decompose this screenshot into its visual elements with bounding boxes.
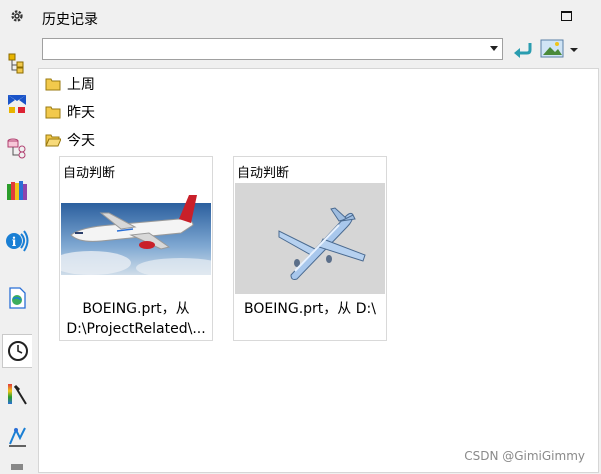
group-yesterday[interactable]: 昨天: [45, 101, 95, 123]
group-today[interactable]: 今天: [45, 129, 95, 151]
history-item-card[interactable]: 自动判断 BOEING.prt，从 D:\: [233, 156, 387, 341]
system-materials-icon[interactable]: [2, 378, 32, 410]
hd3d-tools-icon[interactable]: i: [2, 224, 32, 256]
reuse-library-icon[interactable]: [2, 174, 32, 206]
model-thumbnail[interactable]: [235, 183, 385, 294]
constraint-navigator-icon[interactable]: [2, 88, 32, 120]
card-caption: BOEING.prt，从 D:\ProjectRelated\...: [60, 299, 212, 339]
settings-gear-icon[interactable]: [2, 0, 32, 32]
history-clock-icon[interactable]: [2, 334, 32, 368]
watermark: CSDN @GimiGimmy: [464, 449, 585, 463]
part-navigator-icon[interactable]: [2, 132, 32, 164]
group-label: 今天: [67, 133, 95, 149]
chevron-down-icon[interactable]: [490, 46, 498, 51]
back-arrow-icon[interactable]: [511, 39, 533, 61]
folder-closed-icon: [45, 78, 61, 91]
card-type-label: 自动判断: [237, 166, 290, 181]
group-label: 昨天: [67, 105, 95, 121]
card-type-label: 自动判断: [63, 166, 116, 181]
group-last-week[interactable]: 上周: [45, 73, 95, 95]
history-item-card[interactable]: 自动判断 BOEING.prt，从 D:\ProjectRelated\...: [59, 156, 213, 341]
airliner-thumbnail[interactable]: [61, 183, 211, 294]
caption-line: D:\ProjectRelated\...: [66, 321, 206, 337]
history-panel: 历史记录 上周 昨天 今天 自动判断 BOEING.prt，从 D:\Proje…: [33, 0, 601, 473]
folder-open-icon: [45, 134, 61, 147]
view-mode-button[interactable]: [540, 38, 580, 60]
caption-line: BOEING.prt，从 D:\: [244, 301, 376, 317]
history-filter-combobox[interactable]: [42, 38, 503, 60]
more-tools-icon[interactable]: [2, 458, 32, 474]
process-studio-icon[interactable]: [2, 420, 32, 452]
assembly-navigator-icon[interactable]: [2, 48, 32, 80]
folder-closed-icon: [45, 106, 61, 119]
panel-title: 历史记录: [42, 12, 98, 28]
history-list: 上周 昨天 今天 自动判断 BOEING.prt，从 D:\ProjectRel…: [38, 68, 599, 473]
svg-text:i: i: [12, 235, 17, 249]
resource-bar: i: [0, 0, 34, 473]
group-label: 上周: [67, 77, 95, 93]
web-browser-icon[interactable]: [2, 282, 32, 314]
caption-line: BOEING.prt，从: [82, 301, 190, 317]
image-view-icon: [540, 39, 578, 58]
card-caption: BOEING.prt，从 D:\: [234, 299, 386, 319]
maximize-icon[interactable]: [561, 11, 572, 21]
